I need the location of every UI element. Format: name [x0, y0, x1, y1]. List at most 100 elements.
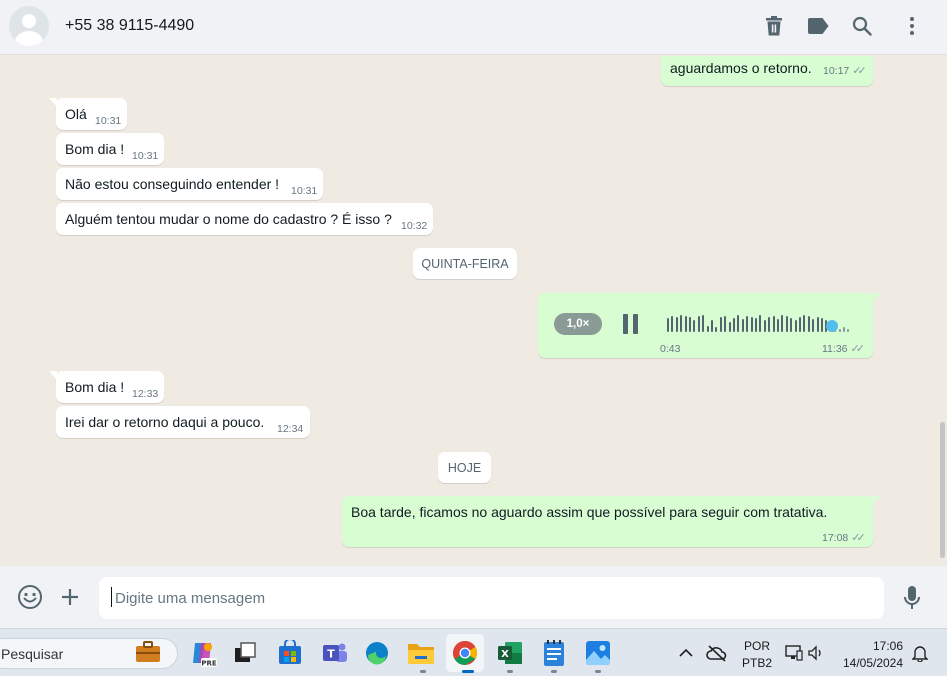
message-incoming[interactable]: Bom dia ! 10:31 [56, 133, 164, 165]
waveform-bar [675, 317, 678, 332]
waveform-bar [741, 319, 744, 332]
copilot-icon[interactable]: PRE [188, 638, 218, 668]
network-icon[interactable] [784, 638, 804, 668]
message-outgoing[interactable]: Boa tarde, ficamos no aguardo assim que … [342, 496, 880, 547]
message-time: 10:17 ✓✓ [823, 65, 867, 77]
message-incoming[interactable]: Alguém tentou mudar o nome do cadastro ?… [56, 203, 433, 235]
emoji-icon[interactable] [17, 584, 43, 610]
message-time: 10:31 [95, 115, 122, 127]
windows-taskbar: Pesquisar PRE T X POR PTB2 17:06 14/05/2… [0, 628, 947, 676]
waveform-bar [746, 316, 749, 332]
scroll-thumb[interactable] [940, 422, 945, 558]
message-time: 17:08 ✓✓ [822, 532, 866, 544]
notification-bell-icon[interactable] [910, 638, 930, 668]
date-divider: QUINTA-FEIRA [413, 248, 517, 279]
waveform-bar [821, 318, 823, 332]
waveform-bar [706, 326, 709, 332]
date-divider: HOJE [438, 452, 491, 483]
message-incoming[interactable]: Bom dia ! 12:33 [49, 371, 164, 403]
waveform-bar [785, 316, 788, 332]
edge-icon[interactable] [362, 638, 392, 668]
briefcase-icon[interactable] [134, 639, 162, 665]
label-icon[interactable] [806, 14, 830, 38]
message-text: Olá [65, 106, 87, 122]
svg-text:T: T [327, 648, 335, 661]
waveform-bar [693, 320, 696, 332]
delete-icon[interactable] [762, 14, 786, 38]
waveform-bar [737, 315, 740, 332]
message-incoming[interactable]: Irei dar o retorno daqui a pouco. 12:34 [56, 406, 310, 438]
message-text: Bom dia ! [65, 379, 125, 395]
message-text: Não estou conseguindo entender ! [65, 176, 280, 192]
waveform-bar [781, 315, 784, 332]
waveform-bar [807, 316, 810, 332]
contact-avatar[interactable] [9, 6, 49, 46]
waveform-bar [772, 316, 775, 332]
microphone-icon[interactable] [902, 585, 922, 611]
running-indicator [551, 670, 557, 673]
message-text: Irei dar o retorno daqui a pouco. [65, 414, 265, 430]
teams-icon[interactable]: T [320, 638, 350, 668]
waveform-bar [799, 317, 801, 332]
more-vertical-icon[interactable] [900, 14, 924, 38]
waveform-bar [794, 320, 797, 332]
double-check-icon: ✓✓ [852, 65, 867, 77]
message-text: Boa tarde, ficamos no aguardo assim que … [351, 504, 828, 520]
keyboard-layout[interactable]: PTB2 [740, 656, 774, 670]
message-input[interactable]: Digite uma mensagem [99, 577, 884, 619]
waveform-bar [702, 315, 705, 332]
waveform-bar [755, 318, 757, 332]
volume-icon[interactable] [806, 638, 826, 668]
waveform-bar [763, 320, 766, 332]
playback-position-dot[interactable] [825, 320, 838, 332]
voice-message[interactable]: 1,0× 0:43 11:36 ✓✓ [538, 293, 880, 358]
message-time: 10:31 [291, 185, 318, 197]
waveform-bar [719, 317, 722, 332]
search-icon[interactable] [850, 14, 874, 38]
message-time: 10:31 [132, 150, 159, 162]
attach-plus-icon[interactable] [60, 587, 80, 607]
chat-header: +55 38 9115-4490 [0, 0, 947, 55]
message-time: 12:33 [132, 388, 159, 400]
file-explorer-icon[interactable] [406, 638, 436, 668]
pause-icon[interactable] [622, 314, 640, 334]
double-check-icon: ✓✓ [851, 532, 866, 544]
text-caret [111, 587, 112, 607]
audio-duration: 0:43 [660, 343, 681, 355]
taskbar-search-placeholder: Pesquisar [1, 646, 64, 662]
message-incoming[interactable]: Olá 10:31 [49, 98, 127, 130]
photos-icon[interactable] [583, 638, 613, 668]
playback-speed-button[interactable]: 1,0× [554, 313, 602, 335]
notepad-icon[interactable] [539, 638, 569, 668]
chrome-icon[interactable] [446, 634, 484, 672]
waveform-bar [711, 320, 713, 332]
input-language[interactable]: POR [740, 639, 774, 653]
waveform-bar [847, 329, 850, 332]
audio-waveform[interactable] [667, 312, 857, 336]
message-list[interactable]: aguardamos o retorno. 10:17 ✓✓ Olá 10:31 … [0, 56, 938, 566]
waveform-bar [803, 315, 806, 332]
clock-time[interactable]: 17:06 [838, 639, 908, 653]
running-indicator [507, 670, 513, 673]
waveform-bar [671, 316, 674, 332]
chat-scrollbar[interactable] [938, 56, 947, 566]
waveform-bar [777, 319, 779, 332]
waveform-bar [684, 316, 687, 332]
clock-date[interactable]: 14/05/2024 [838, 656, 908, 670]
message-time: 10:32 [401, 220, 428, 232]
waveform-bar [838, 329, 841, 332]
chevron-up-icon[interactable] [676, 638, 696, 668]
contact-name[interactable]: +55 38 9115-4490 [65, 17, 194, 35]
waveform-bar [816, 317, 819, 332]
waveform-bar [697, 316, 700, 332]
waveform-bar [812, 319, 815, 332]
waveform-bar [759, 315, 762, 332]
microsoft-store-icon[interactable] [275, 638, 305, 668]
message-incoming[interactable]: Não estou conseguindo entender ! 10:31 [56, 168, 323, 200]
waveform-bar [667, 318, 669, 332]
task-view-icon[interactable] [230, 638, 260, 668]
message-outgoing[interactable]: aguardamos o retorno. 10:17 ✓✓ [661, 56, 873, 86]
waveform-bar [728, 322, 731, 332]
excel-icon[interactable]: X [495, 638, 525, 668]
cloud-offline-icon[interactable] [704, 638, 730, 668]
